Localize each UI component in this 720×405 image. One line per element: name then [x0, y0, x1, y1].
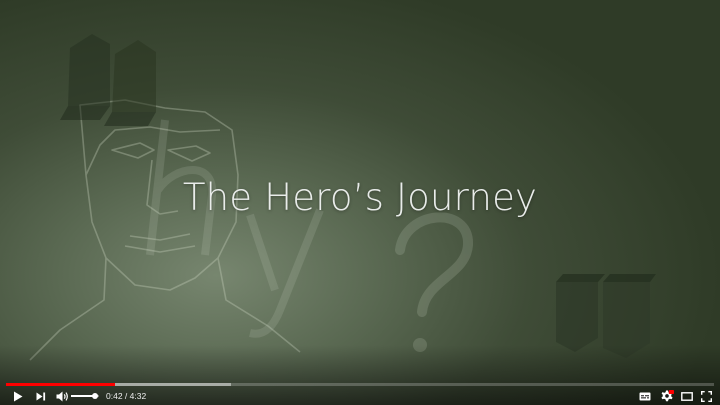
theater-mode-button[interactable] [678, 387, 696, 405]
fullscreen-icon [700, 390, 712, 402]
opening-quote-graphic [60, 34, 156, 126]
subtitles-button[interactable] [636, 387, 654, 405]
hd-badge [668, 389, 674, 394]
current-time: 0:42 [106, 391, 123, 401]
volume-icon [56, 391, 68, 401]
volume-handle[interactable] [91, 393, 98, 399]
progress-bar[interactable] [6, 383, 714, 386]
play-button[interactable] [8, 387, 28, 405]
player-controls: 0:42 / 4:32 [0, 387, 720, 405]
theater-mode-icon [681, 391, 693, 401]
volume-slider[interactable] [71, 387, 101, 405]
play-icon [14, 391, 23, 401]
settings-icon [661, 389, 674, 401]
time-display: 0:42 / 4:32 [106, 387, 146, 405]
settings-button[interactable] [657, 387, 677, 405]
next-icon [36, 392, 46, 400]
duration: 4:32 [129, 391, 147, 401]
video-player[interactable]: The Hero’s Journey 0:42 / 4:32 [0, 0, 720, 405]
progress-played [6, 383, 116, 386]
fullscreen-button[interactable] [698, 387, 714, 405]
subtitles-icon [639, 392, 651, 400]
mute-button[interactable] [53, 387, 71, 405]
question-mark-graphic [395, 212, 473, 352]
next-button[interactable] [32, 387, 50, 405]
video-title-overlay: The Hero’s Journey [182, 176, 538, 219]
time-separator: / [122, 391, 130, 401]
